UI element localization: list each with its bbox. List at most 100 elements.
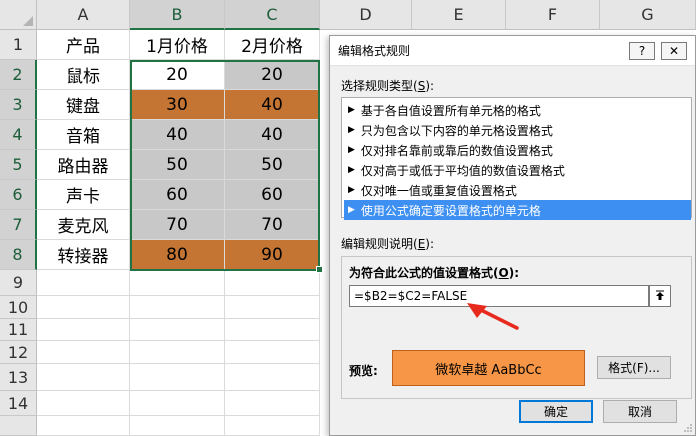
- cell-c2[interactable]: 20: [225, 60, 320, 90]
- row-header-13[interactable]: 13: [0, 364, 37, 391]
- empty-cell[interactable]: [130, 391, 225, 416]
- cell-a8[interactable]: 转接器: [37, 240, 130, 270]
- cell-c3[interactable]: 40: [225, 90, 320, 120]
- row-header-14[interactable]: 14: [0, 391, 37, 416]
- empty-cell[interactable]: [225, 364, 320, 391]
- empty-cell[interactable]: [225, 416, 320, 436]
- cell-b7[interactable]: 70: [130, 210, 225, 240]
- row-header-5[interactable]: 5: [0, 150, 37, 180]
- cell-c1[interactable]: 2月价格: [225, 30, 320, 60]
- empty-cell[interactable]: [37, 296, 130, 319]
- row-header-12[interactable]: 12: [0, 341, 37, 364]
- row-header-9[interactable]: 9: [0, 270, 37, 296]
- format-button[interactable]: 格式(F)...: [597, 356, 671, 379]
- empty-cell[interactable]: [130, 341, 225, 364]
- row-header-4[interactable]: 4: [0, 120, 37, 150]
- empty-cell[interactable]: [130, 319, 225, 341]
- cell-c4[interactable]: 40: [225, 120, 320, 150]
- column-header-g[interactable]: G: [600, 0, 696, 30]
- column-header-c[interactable]: C: [225, 0, 320, 30]
- empty-cell[interactable]: [130, 416, 225, 436]
- rule-type-item[interactable]: ▶ 仅对高于或低于平均值的数值设置格式: [344, 160, 691, 180]
- empty-cell[interactable]: [225, 341, 320, 364]
- edit-format-rule-dialog: 编辑格式规则 ? ✕ 选择规则类型(S): ▶ 基于各自值设置所有单元格的格式 ▶…: [329, 35, 696, 436]
- row-header-11[interactable]: 11: [0, 319, 37, 341]
- empty-cell[interactable]: [225, 296, 320, 319]
- row-header-7[interactable]: 7: [0, 210, 37, 240]
- dialog-title: 编辑格式规则: [338, 44, 411, 58]
- empty-cell[interactable]: [130, 364, 225, 391]
- cell-b3[interactable]: 30: [130, 90, 225, 120]
- rule-type-list[interactable]: ▶ 基于各自值设置所有单元格的格式 ▶ 只为包含以下内容的单元格设置格式 ▶ 仅对排名…: [341, 97, 692, 220]
- edit-rule-description-label: 编辑规则说明(E):: [341, 237, 435, 251]
- format-preview: 微软卓越 AaBbCc: [392, 350, 585, 386]
- preview-label: 预览:: [349, 364, 378, 378]
- empty-cell[interactable]: [37, 341, 130, 364]
- select-rule-type-label: 选择规则类型(S):: [341, 79, 435, 93]
- cell-a5[interactable]: 路由器: [37, 150, 130, 180]
- cancel-button[interactable]: 取消: [603, 400, 677, 423]
- triangle-right-icon: ▶: [348, 185, 355, 195]
- triangle-right-icon: ▶: [348, 165, 355, 175]
- annotation-arrow-icon: [467, 303, 519, 330]
- cell-a1[interactable]: 产品: [37, 30, 130, 60]
- ok-button[interactable]: 确定: [519, 400, 593, 423]
- column-header-f[interactable]: F: [506, 0, 600, 30]
- column-header-e[interactable]: E: [412, 0, 506, 30]
- cell-b1[interactable]: 1月价格: [130, 30, 225, 60]
- cell-a2[interactable]: 鼠标: [37, 60, 130, 90]
- cell-b8[interactable]: 80: [130, 240, 225, 270]
- empty-cell[interactable]: [37, 270, 130, 296]
- cell-c5[interactable]: 50: [225, 150, 320, 180]
- empty-cell[interactable]: [37, 364, 130, 391]
- row-header-10[interactable]: 10: [0, 296, 37, 319]
- cell-a4[interactable]: 音箱: [37, 120, 130, 150]
- triangle-right-icon: ▶: [348, 125, 355, 135]
- cell-b2[interactable]: 20: [130, 60, 225, 90]
- row-header-8[interactable]: 8: [0, 240, 37, 270]
- resize-grip-icon[interactable]: [683, 423, 693, 433]
- cell-a6[interactable]: 声卡: [37, 180, 130, 210]
- empty-cell[interactable]: [225, 391, 320, 416]
- fill-handle[interactable]: [316, 266, 323, 273]
- rule-type-item[interactable]: ▶ 仅对唯一值或重复值设置格式: [344, 180, 691, 200]
- row-header-1[interactable]: 1: [0, 30, 37, 60]
- empty-cell[interactable]: [130, 296, 225, 319]
- cell-c8[interactable]: 90: [225, 240, 320, 270]
- cell-b6[interactable]: 60: [130, 180, 225, 210]
- empty-cell[interactable]: [37, 391, 130, 416]
- cell-c7[interactable]: 70: [225, 210, 320, 240]
- arrow-up-icon: [656, 290, 664, 300]
- column-header-d[interactable]: D: [320, 0, 412, 30]
- row-header-3[interactable]: 3: [0, 90, 37, 120]
- empty-cell[interactable]: [225, 319, 320, 341]
- cell-b4[interactable]: 40: [130, 120, 225, 150]
- triangle-right-icon: ▶: [348, 105, 355, 115]
- empty-cell[interactable]: [225, 270, 320, 296]
- column-header-b[interactable]: B: [130, 0, 225, 30]
- formula-label: 为符合此公式的值设置格式(O):: [349, 266, 519, 280]
- help-button[interactable]: ?: [629, 41, 655, 60]
- row-header-2[interactable]: 2: [0, 60, 37, 90]
- cell-c6[interactable]: 60: [225, 180, 320, 210]
- rule-type-item-selected[interactable]: ▶ 使用公式确定要设置格式的单元格: [344, 200, 691, 220]
- empty-cell[interactable]: [37, 319, 130, 341]
- rule-type-item[interactable]: ▶ 基于各自值设置所有单元格的格式: [344, 100, 691, 120]
- empty-cell[interactable]: [130, 270, 225, 296]
- close-button[interactable]: ✕: [661, 41, 687, 60]
- rule-type-item[interactable]: ▶ 只为包含以下内容的单元格设置格式: [344, 120, 691, 140]
- close-icon: ✕: [668, 43, 680, 58]
- dialog-titlebar[interactable]: 编辑格式规则 ? ✕: [330, 36, 695, 66]
- cell-b5[interactable]: 50: [130, 150, 225, 180]
- triangle-right-icon: ▶: [348, 145, 355, 155]
- row-header-partial[interactable]: [0, 416, 37, 436]
- row-header-6[interactable]: 6: [0, 180, 37, 210]
- cell-a3[interactable]: 键盘: [37, 90, 130, 120]
- column-header-a[interactable]: A: [37, 0, 130, 30]
- collapse-dialog-button[interactable]: [649, 285, 671, 307]
- help-icon: ?: [638, 43, 646, 58]
- select-all-corner[interactable]: [0, 0, 37, 30]
- empty-cell[interactable]: [37, 416, 130, 436]
- rule-type-item[interactable]: ▶ 仅对排名靠前或靠后的数值设置格式: [344, 140, 691, 160]
- cell-a7[interactable]: 麦克风: [37, 210, 130, 240]
